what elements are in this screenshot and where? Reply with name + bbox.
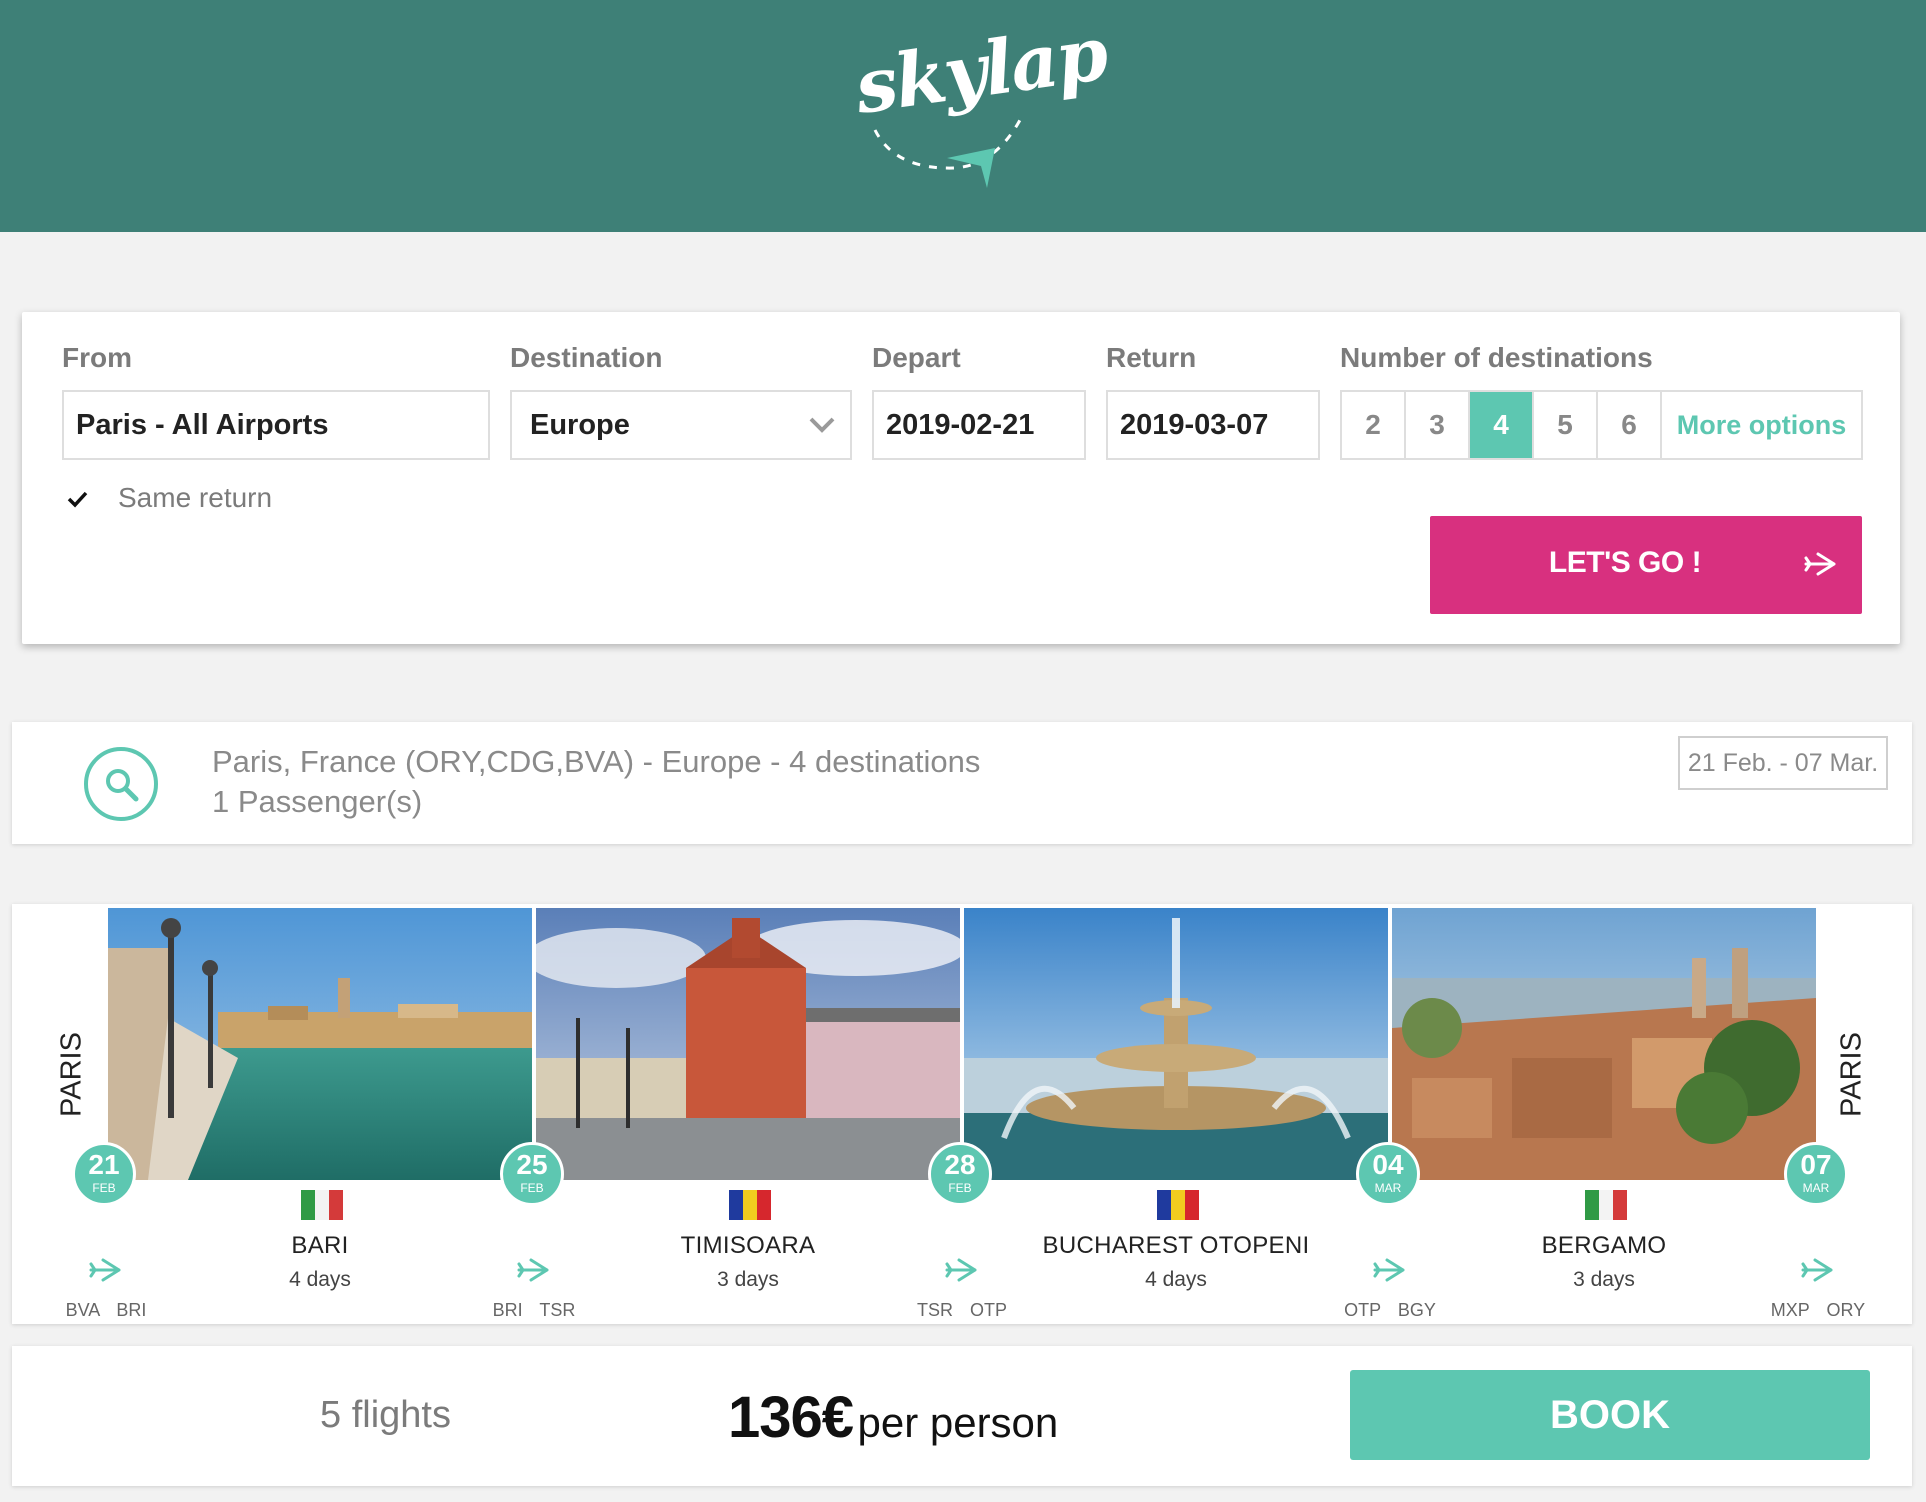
italy-flag-icon [301, 1190, 343, 1220]
boomerang-trail-icon [873, 119, 1022, 188]
destination-select[interactable]: Europe [510, 390, 852, 460]
from-label: From [62, 342, 132, 373]
destination-value: Europe [530, 409, 630, 441]
return-date-input[interactable]: 2019-03-07 [1106, 390, 1320, 460]
same-return-label: Same return [118, 482, 273, 513]
num-destinations-option[interactable]: 2 [1342, 392, 1406, 458]
airplane-icon [89, 1258, 121, 1282]
more-options-button[interactable]: More options [1660, 390, 1863, 460]
chevron-down-icon [809, 417, 835, 433]
num-destinations-option[interactable]: 5 [1534, 392, 1598, 458]
destination-label: Destination [510, 342, 663, 373]
book-button[interactable]: BOOK [1350, 1370, 1870, 1460]
destination-photo-bari[interactable] [108, 908, 532, 1180]
destination-city-name: BUCHAREST OTOPENI [1042, 1232, 1310, 1259]
italy-flag-icon [1585, 1190, 1627, 1220]
flight-airport-codes[interactable]: TSR OTP [902, 1300, 1022, 1321]
flight-date-badge: 07 MAR [1784, 1142, 1848, 1206]
date-range-chip[interactable]: 21 Feb. - 07 Mar. [1678, 736, 1888, 790]
flight-airport-codes[interactable]: BRI TSR [474, 1300, 594, 1321]
lets-go-label: LET'S GO ! [1548, 546, 1702, 579]
trip-itinerary-card: PARIS PARIS 21 FEB 25 FEB 28 FEB 04 MAR … [12, 904, 1912, 1324]
num-destinations-selector: 2 3 4 5 6 [1340, 390, 1662, 460]
checkmark-icon [67, 491, 88, 508]
top-header: skylap [0, 0, 1926, 232]
lets-go-button[interactable]: LET'S GO ! [1430, 516, 1862, 614]
return-label: Return [1106, 342, 1197, 373]
airplane-icon [945, 1258, 977, 1282]
flights-count: 5 flights [320, 1394, 451, 1436]
flight-airport-codes[interactable]: MXP ORY [1758, 1300, 1878, 1321]
flight-date-badge: 21 FEB [72, 1142, 136, 1206]
num-destinations-option[interactable]: 3 [1406, 392, 1470, 458]
airplane-icon [1373, 1258, 1405, 1282]
origin-end-label: PARIS [1835, 1032, 1868, 1117]
destination-city-name: TIMISOARA [680, 1232, 816, 1259]
skylap-logo[interactable]: skylap [850, 11, 1111, 195]
price-amount: 136€ [728, 1385, 854, 1450]
stay-duration: 3 days [1573, 1268, 1635, 1291]
depart-date-input[interactable]: 2019-02-21 [872, 390, 1086, 460]
destination-photo-bucharest[interactable] [964, 908, 1388, 1180]
search-summary-bar: Paris, France (ORY,CDG,BVA) - Europe - 4… [12, 722, 1912, 844]
flight-airport-codes[interactable]: BVA BRI [46, 1300, 166, 1321]
num-destinations-label: Number of destinations [1340, 342, 1653, 373]
booking-bar: 5 flights 136€ per person BOOK [12, 1346, 1912, 1486]
num-destinations-option[interactable]: 6 [1598, 392, 1660, 458]
romania-flag-icon [1157, 1190, 1199, 1220]
summary-passengers-text: 1 Passenger(s) [212, 784, 423, 819]
stay-duration: 4 days [289, 1268, 351, 1291]
stay-duration: 4 days [1145, 1268, 1207, 1291]
flight-date-badge: 25 FEB [500, 1142, 564, 1206]
price-suffix: per person [857, 1399, 1059, 1446]
flight-date-badge: 28 FEB [928, 1142, 992, 1206]
flight-date-badge: 04 MAR [1356, 1142, 1420, 1206]
flight-airport-codes[interactable]: OTP BGY [1330, 1300, 1450, 1321]
from-input[interactable]: Paris - All Airports [62, 390, 490, 460]
search-form: From Paris - All Airports Destination Eu… [22, 312, 1900, 644]
destination-photo-bergamo[interactable] [1392, 908, 1816, 1180]
romania-flag-icon [729, 1190, 771, 1220]
destination-city-name: BERGAMO [1541, 1232, 1667, 1259]
destination-city-name: BARI [291, 1232, 349, 1259]
origin-start-label: PARIS [55, 1032, 88, 1117]
airplane-icon [1804, 552, 1836, 576]
airplane-icon [517, 1258, 549, 1282]
destination-photo-timisoara[interactable] [536, 908, 960, 1180]
summary-route-text: Paris, France (ORY,CDG,BVA) - Europe - 4… [212, 744, 981, 779]
stay-duration: 3 days [717, 1268, 779, 1291]
depart-label: Depart [872, 342, 961, 373]
price-display: 136€ per person [728, 1384, 1058, 1451]
airplane-icon [1801, 1258, 1833, 1282]
num-destinations-option-selected[interactable]: 4 [1470, 392, 1534, 458]
search-icon[interactable] [84, 747, 158, 821]
